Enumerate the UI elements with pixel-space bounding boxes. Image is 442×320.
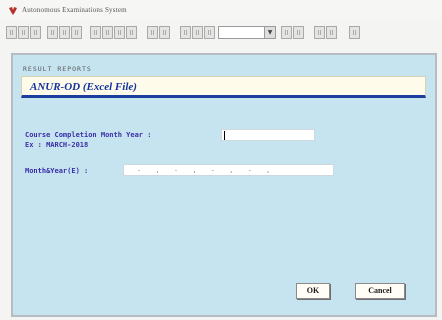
result-report-form: RESULT REPORTS ANUR-OD (Excel File) Cour… bbox=[11, 53, 437, 317]
monthyear-label: Month&Year(E) : bbox=[25, 167, 89, 175]
form-header: ANUR-OD (Excel File) bbox=[21, 76, 426, 98]
find-icon[interactable] bbox=[204, 26, 215, 39]
app-logo-icon bbox=[9, 7, 17, 15]
sort-icon[interactable] bbox=[293, 26, 304, 39]
report-icon[interactable] bbox=[314, 26, 325, 39]
course-completion-input[interactable] bbox=[221, 129, 315, 141]
query-icon[interactable] bbox=[180, 26, 191, 39]
execute-icon[interactable] bbox=[192, 26, 203, 39]
new-icon[interactable] bbox=[30, 26, 41, 39]
monthyear-input[interactable]: - , - , - , - , bbox=[123, 164, 334, 176]
text-caret bbox=[224, 131, 225, 140]
filter-icon[interactable] bbox=[281, 26, 292, 39]
ok-button[interactable]: OK bbox=[296, 283, 330, 299]
toolbar-combo[interactable]: ▼ bbox=[218, 26, 276, 39]
example-hint: Ex : MARCH-2018 bbox=[25, 141, 89, 149]
insert-record-icon[interactable] bbox=[147, 26, 158, 39]
help-icon[interactable] bbox=[349, 26, 360, 39]
last-record-icon[interactable] bbox=[126, 26, 137, 39]
copy-icon[interactable] bbox=[59, 26, 70, 39]
toolbar: ▼ bbox=[4, 24, 442, 42]
save-icon[interactable] bbox=[18, 26, 29, 39]
cut-icon[interactable] bbox=[47, 26, 58, 39]
print-icon[interactable] bbox=[6, 26, 17, 39]
monthyear-mask: - , - , - , - , bbox=[128, 167, 271, 174]
window-title: Autonomous Examinations System bbox=[22, 6, 127, 14]
previous-record-icon[interactable] bbox=[102, 26, 113, 39]
paste-icon[interactable] bbox=[71, 26, 82, 39]
course-completion-label: Course Completion Month Year : bbox=[25, 131, 152, 139]
title-bar: Autonomous Examinations System bbox=[0, 0, 442, 20]
exit-icon[interactable] bbox=[326, 26, 337, 39]
section-label: RESULT REPORTS bbox=[23, 65, 92, 73]
form-title: ANUR-OD (Excel File) bbox=[30, 81, 137, 93]
delete-record-icon[interactable] bbox=[159, 26, 170, 39]
first-record-icon[interactable] bbox=[90, 26, 101, 39]
next-record-icon[interactable] bbox=[114, 26, 125, 39]
chevron-down-icon[interactable]: ▼ bbox=[264, 27, 275, 38]
cancel-button[interactable]: Cancel bbox=[355, 283, 405, 299]
